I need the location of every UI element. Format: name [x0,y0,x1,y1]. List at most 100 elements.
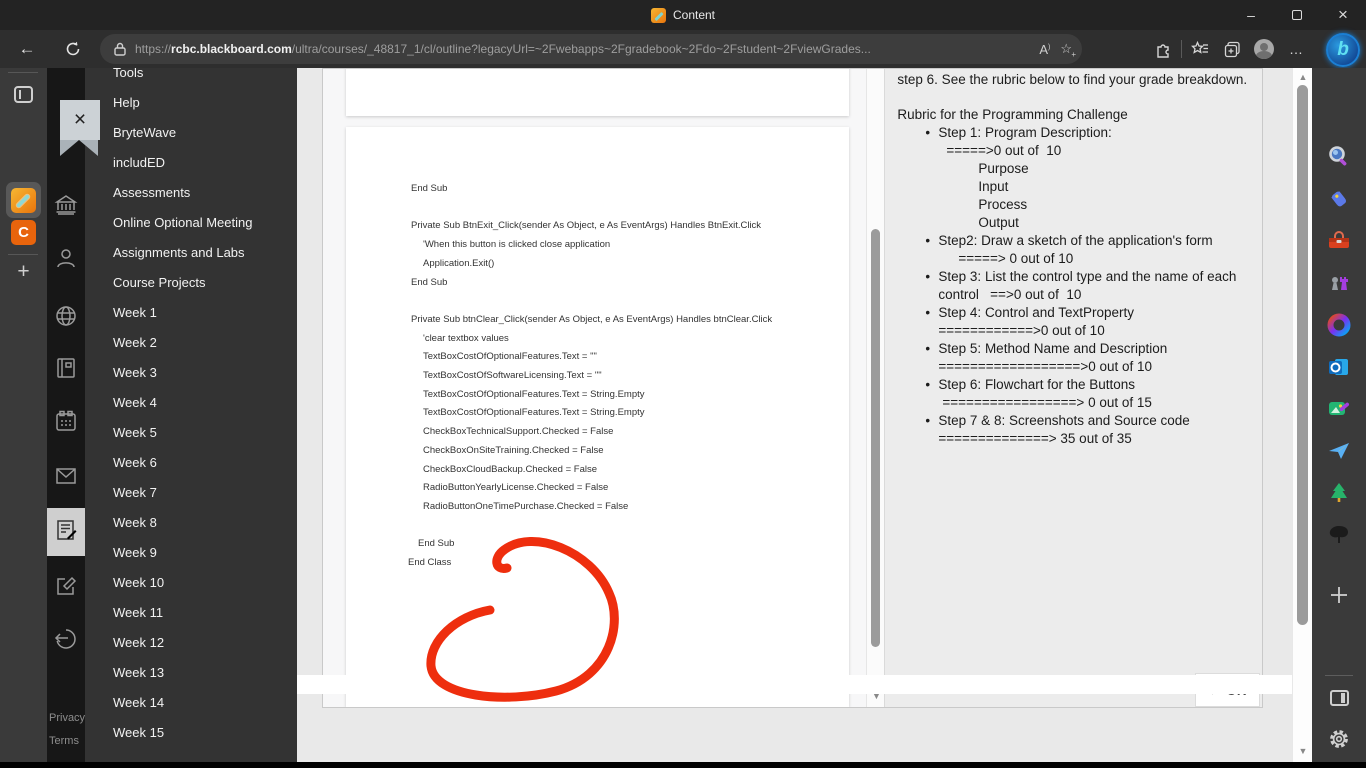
minimize-button[interactable]: – [1228,0,1274,30]
rail-institution[interactable] [47,187,85,227]
rail-signout[interactable] [47,621,85,661]
menu-item-week-9[interactable]: Week 9 [85,538,297,568]
footer-link-privacy[interactable]: Privacy [49,712,85,724]
sidebar-outlook-button[interactable] [1312,354,1366,385]
tab-c[interactable]: C [0,220,47,245]
menu-item-assignments-and-labs[interactable]: Assignments and Labs [85,238,297,268]
sidebar-games-button[interactable] [1312,270,1366,301]
close-button[interactable]: × [1320,0,1366,30]
drop-icon [1326,438,1352,469]
footer-link-terms[interactable]: Terms [49,735,85,747]
red-circle-annotation [426,537,619,702]
sidebar-toolbox-button[interactable] [1312,228,1366,259]
menu-item-week-8[interactable]: Week 8 [85,508,297,538]
back-button[interactable]: ← [10,32,44,66]
sidebar-search-button[interactable] [1312,144,1366,175]
tab-title: Content [672,8,716,22]
menu-item-week-10[interactable]: Week 10 [85,568,297,598]
profile-icon [54,246,78,275]
menu-item-week-2[interactable]: Week 2 [85,328,297,358]
refresh-button[interactable] [56,32,90,66]
rubric-line: • Step2: Draw a sketch of the application… [925,233,1213,248]
sidebar-add-button[interactable] [1312,584,1366,611]
document-viewer[interactable]: End Sub Private Sub BtnExit_Click(sender… [323,69,885,707]
bullet-icon: • [925,377,931,392]
code-line: TextBoxCostOfSoftwareLicensing.Text = "" [423,370,602,382]
add-icon [1328,584,1350,611]
rubric-line: Rubric for the Programming Challenge [897,107,1128,122]
read-aloud-button[interactable]: A) [1039,42,1050,57]
document-page [346,69,849,116]
menu-item-course-projects[interactable]: Course Projects [85,268,297,298]
menu-item-week-6[interactable]: Week 6 [85,448,297,478]
rail-globe[interactable] [47,298,85,338]
rail-messages[interactable] [47,458,85,498]
tab-actions-icon [14,86,33,103]
menu-item-included[interactable]: includED [85,148,297,178]
extensions-button[interactable] [1147,32,1179,66]
signout-icon [54,627,78,656]
sidebar-divider [1325,675,1353,676]
document-scrollbar-thumb[interactable] [871,229,881,647]
bing-copilot-button[interactable]: b [1326,33,1360,67]
menu-item-week-15[interactable]: Week 15 [85,718,297,748]
favorites-button[interactable] [1184,32,1216,66]
blackboard-nav-rail: Privacy Terms [47,68,85,762]
document-scrollbar[interactable]: ▼ [866,69,885,707]
menu-item-week-13[interactable]: Week 13 [85,658,297,688]
rail-calendar[interactable] [47,403,85,443]
menu-item-week-5[interactable]: Week 5 [85,418,297,448]
menu-item-tools[interactable]: Tools [85,68,297,88]
sidebar-dark-tree-button[interactable] [1312,522,1366,553]
rubric-line: ==================>0 out of 10 [938,359,1153,374]
menu-item-help[interactable]: Help [85,88,297,118]
rail-profile[interactable] [47,240,85,280]
address-bar[interactable]: https://rcbc.blackboard.com/ultra/course… [100,34,1082,64]
menu-item-week-7[interactable]: Week 7 [85,478,297,508]
bullet-icon: • [925,305,931,320]
compose-icon [54,574,78,603]
new-tab-button[interactable]: + [0,260,47,284]
rail-courses[interactable] [47,350,85,390]
scroll-up-icon[interactable]: ▲ [1293,72,1313,82]
sidebar-m365-button[interactable] [1312,312,1366,343]
add-favorite-button[interactable]: ☆ + [1060,41,1076,59]
code-line: End Sub [411,183,448,194]
menu-item-week-14[interactable]: Week 14 [85,688,297,718]
avatar [1254,39,1274,59]
menu-item-week-1[interactable]: Week 1 [85,298,297,328]
profile-button[interactable] [1248,32,1280,66]
bing-icon: b [1337,39,1349,60]
close-menu-button[interactable]: × [60,100,100,140]
url-text: https://rcbc.blackboard.com/ultra/course… [135,42,871,56]
gear-icon [1330,730,1348,748]
menu-item-week-4[interactable]: Week 4 [85,388,297,418]
menu-item-assessments[interactable]: Assessments [85,178,297,208]
rail-compose[interactable] [47,568,85,608]
sidebar-drop-button[interactable] [1312,438,1366,469]
menu-item-week-3[interactable]: Week 3 [85,358,297,388]
rubric-line: ============>0 out of 10 [938,323,1105,338]
close-icon: × [73,108,87,131]
menu-item-brytewave[interactable]: BryteWave [85,118,297,148]
settings-more-button[interactable]: … [1280,32,1312,66]
rail-grades[interactable] [47,508,85,556]
maximize-icon [1292,10,1302,20]
scroll-down-icon[interactable]: ▼ [1293,746,1313,756]
page-scrollbar[interactable]: ▲ ▼ [1292,68,1312,762]
menu-item-online-optional-meeting[interactable]: Online Optional Meeting [85,208,297,238]
sidebar-shopping-button[interactable] [1312,186,1366,217]
collections-button[interactable] [1216,32,1248,66]
sidebar-image-creator-button[interactable] [1312,396,1366,427]
sidebar-settings-button[interactable] [1312,728,1366,750]
rubric-line: step 6. See the rubric below to find you… [897,72,1248,87]
maximize-button[interactable] [1274,0,1320,30]
sidebar-toggle-button[interactable] [1312,690,1366,706]
vertical-tab-strip: C + [0,68,47,762]
sidebar-tree-button[interactable] [1312,480,1366,511]
page-scrollbar-thumb[interactable] [1297,85,1308,625]
tab-actions-button[interactable] [0,86,47,103]
menu-item-week-12[interactable]: Week 12 [85,628,297,658]
tab-content[interactable] [0,188,47,213]
menu-item-week-11[interactable]: Week 11 [85,598,297,628]
